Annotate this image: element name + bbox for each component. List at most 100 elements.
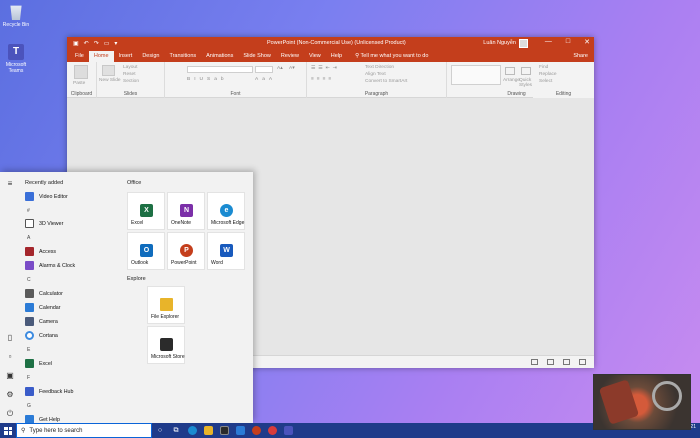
desktop-icon-teams[interactable]: T Microsoft Teams bbox=[2, 44, 30, 74]
slide-show-icon[interactable] bbox=[579, 359, 586, 365]
app-item-camera[interactable]: Camera bbox=[25, 317, 58, 326]
tile-outlook[interactable]: O Outlook bbox=[127, 232, 165, 270]
tab-slide-show[interactable]: Slide Show bbox=[238, 51, 276, 62]
video-overlay[interactable] bbox=[593, 374, 691, 430]
user-icon[interactable]: ▯ bbox=[6, 334, 14, 342]
power-icon[interactable]: ⏻ bbox=[6, 410, 14, 418]
documents-icon[interactable]: ▫ bbox=[6, 353, 14, 361]
arrange-icon[interactable] bbox=[505, 67, 515, 75]
tab-animations[interactable]: Animations bbox=[201, 51, 238, 62]
cortana-circle-icon[interactable]: ○ bbox=[152, 423, 168, 438]
list-buttons[interactable]: ☰☰⇤⇥ bbox=[311, 66, 340, 71]
minimize-button[interactable]: — bbox=[545, 38, 552, 46]
tile-microsoft-store[interactable]: Microsoft Store bbox=[147, 326, 185, 364]
tile-word[interactable]: W Word bbox=[207, 232, 245, 270]
letter-header[interactable]: E bbox=[27, 347, 30, 353]
text-direction-button[interactable]: Text Direction bbox=[365, 65, 394, 70]
app-item-alarms-clock[interactable]: Alarms & Clock bbox=[25, 261, 75, 270]
shapes-gallery[interactable] bbox=[451, 65, 501, 85]
taskbar-file-explorer-icon[interactable] bbox=[200, 423, 216, 438]
arrange-button[interactable]: Arrange bbox=[503, 78, 520, 83]
user-name[interactable]: Luân Nguyễn bbox=[483, 40, 516, 46]
tab-help[interactable]: Help bbox=[326, 51, 347, 62]
tab-transitions[interactable]: Transitions bbox=[164, 51, 201, 62]
tab-design[interactable]: Design bbox=[137, 51, 164, 62]
tab-home[interactable]: Home bbox=[88, 51, 114, 62]
grow-font-icon[interactable]: A▴ bbox=[277, 66, 283, 71]
tile-excel[interactable]: X Excel bbox=[127, 192, 165, 230]
letter-header[interactable]: G bbox=[27, 403, 31, 409]
tab-file[interactable]: File bbox=[70, 51, 89, 62]
app-item-feedback-hub[interactable]: Feedback Hub bbox=[25, 387, 73, 396]
start-rail: ≡ ▯ ▫ ▣ ⚙ ⏻ bbox=[0, 172, 20, 423]
shrink-font-icon[interactable]: A▾ bbox=[289, 66, 295, 71]
select-button[interactable]: Select bbox=[539, 79, 552, 84]
quick-styles-icon[interactable] bbox=[521, 67, 531, 75]
reading-view-icon[interactable] bbox=[563, 359, 570, 365]
tell-me-search[interactable]: ⚲ Tell me what you want to do bbox=[355, 51, 428, 62]
save-icon[interactable]: ▣ bbox=[73, 40, 79, 47]
align-text-button[interactable]: Align Text bbox=[365, 72, 386, 77]
normal-view-icon[interactable] bbox=[531, 359, 538, 365]
start-button[interactable] bbox=[0, 423, 16, 438]
layout-button[interactable]: Layout bbox=[123, 65, 137, 70]
app-item-3d-viewer[interactable]: 3D Viewer bbox=[25, 219, 63, 228]
taskbar-powerpoint-icon[interactable] bbox=[248, 423, 264, 438]
replace-button[interactable]: Replace bbox=[539, 72, 557, 77]
taskbar-teams-icon[interactable] bbox=[280, 423, 296, 438]
app-item-calendar[interactable]: Calendar bbox=[25, 303, 61, 312]
paste-icon[interactable] bbox=[74, 65, 88, 79]
letter-header[interactable]: # bbox=[27, 208, 30, 214]
reset-button[interactable]: Reset bbox=[123, 72, 136, 77]
app-item-video-editor[interactable]: Video Editor bbox=[25, 192, 68, 201]
align-buttons[interactable]: ≡≡≡≡ bbox=[311, 77, 334, 82]
app-item-calculator[interactable]: Calculator bbox=[25, 289, 63, 298]
close-button[interactable]: ✕ bbox=[584, 38, 590, 46]
desktop-icon-recycle-bin[interactable]: Recycle Bin bbox=[2, 4, 30, 28]
taskbar-mail-icon[interactable] bbox=[232, 423, 248, 438]
app-item-get-help[interactable]: Get Help bbox=[25, 415, 60, 423]
app-item-access[interactable]: Access bbox=[25, 247, 56, 256]
font-color-buttons[interactable]: AaA bbox=[255, 77, 276, 82]
font-style-buttons[interactable]: BIUSab bbox=[187, 77, 228, 82]
new-slide-button[interactable]: New Slide bbox=[99, 78, 121, 83]
tile-file-explorer[interactable]: File Explorer bbox=[147, 286, 185, 324]
avatar[interactable] bbox=[519, 39, 528, 48]
customize-qat-icon[interactable]: ▾ bbox=[114, 40, 117, 47]
tab-review[interactable]: Review bbox=[276, 51, 304, 62]
paste-button[interactable]: Paste bbox=[73, 81, 85, 86]
taskbar-store-icon[interactable] bbox=[216, 423, 232, 438]
tile-microsoft-edge[interactable]: e Microsoft Edge bbox=[207, 192, 245, 230]
share-button[interactable]: Share bbox=[573, 51, 588, 62]
task-view-icon[interactable]: ⧉ bbox=[168, 423, 184, 438]
title-bar[interactable]: ▣ ↶ ↷ ▭ ▾ PowerPoint (Non-Commercial Use… bbox=[67, 37, 594, 50]
font-size-field[interactable] bbox=[255, 66, 273, 73]
hamburger-icon[interactable]: ≡ bbox=[6, 180, 14, 188]
app-item-cortana[interactable]: Cortana bbox=[25, 331, 58, 340]
tile-onenote[interactable]: N OneNote bbox=[167, 192, 205, 230]
tile-powerpoint[interactable]: P PowerPoint bbox=[167, 232, 205, 270]
settings-gear-icon[interactable]: ⚙ bbox=[6, 391, 14, 399]
tab-view[interactable]: View bbox=[304, 51, 326, 62]
letter-header[interactable]: C bbox=[27, 277, 31, 283]
slide-sorter-icon[interactable] bbox=[547, 359, 554, 365]
start-from-beginning-icon[interactable]: ▭ bbox=[104, 40, 110, 47]
taskbar-search-box[interactable]: ⚲ Type here to search bbox=[16, 423, 152, 438]
undo-icon[interactable]: ↶ bbox=[84, 40, 89, 47]
font-name-field[interactable] bbox=[187, 66, 253, 73]
maximize-button[interactable]: □ bbox=[566, 38, 570, 46]
window-title: PowerPoint (Non-Commercial Use) (Unlicen… bbox=[267, 40, 406, 46]
tab-insert[interactable]: Insert bbox=[114, 51, 138, 62]
find-button[interactable]: Find bbox=[539, 65, 548, 70]
convert-smartart-button[interactable]: Convert to SmartArt bbox=[365, 79, 407, 84]
app-item-excel[interactable]: Excel bbox=[25, 359, 52, 368]
new-slide-icon[interactable] bbox=[102, 65, 115, 76]
office-heading: Office bbox=[127, 180, 142, 186]
letter-header[interactable]: F bbox=[27, 375, 30, 381]
taskbar-recorder-icon[interactable] bbox=[264, 423, 280, 438]
taskbar-edge-icon[interactable] bbox=[184, 423, 200, 438]
section-button[interactable]: Section bbox=[123, 79, 139, 84]
letter-header[interactable]: A bbox=[27, 235, 30, 241]
redo-icon[interactable]: ↷ bbox=[94, 40, 99, 47]
pictures-icon[interactable]: ▣ bbox=[6, 372, 14, 380]
